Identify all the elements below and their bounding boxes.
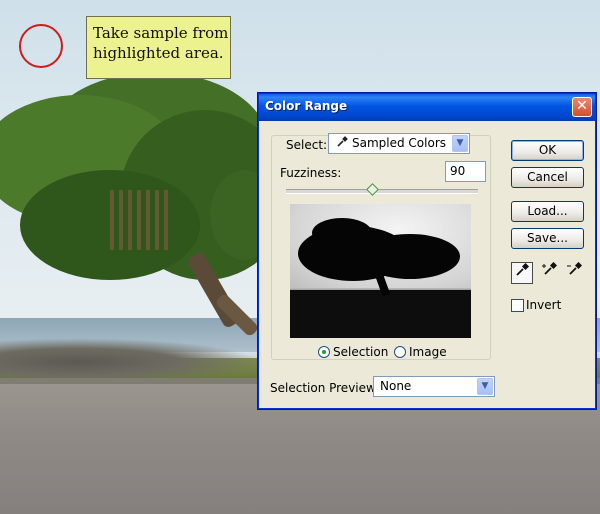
eyedropper-icon (335, 134, 349, 153)
eyedropper-icon[interactable] (511, 262, 533, 284)
chevron-down-icon[interactable]: ▼ (452, 135, 468, 152)
dialog-title: Color Range (265, 99, 348, 113)
fuzziness-slider[interactable] (286, 183, 478, 196)
preview-tree-silhouette (312, 218, 372, 248)
load-button[interactable]: Load... (511, 201, 584, 222)
selection-radio-label: Selection (333, 345, 389, 359)
save-button-label: Save... (527, 231, 568, 245)
selection-radio[interactable] (318, 346, 330, 358)
color-range-dialog: Color Range ✕ Select: Sampled Colors ▼ F… (258, 93, 596, 409)
select-label: Select: (286, 138, 328, 152)
preview-ground (290, 290, 471, 338)
invert-label: Invert (526, 298, 562, 312)
rocks (0, 338, 260, 378)
sample-area-marker (19, 24, 63, 68)
cancel-button[interactable]: Cancel (511, 167, 584, 188)
fuzziness-label: Fuzziness: (280, 166, 342, 180)
cancel-button-label: Cancel (527, 170, 568, 184)
selection-preview-value: None (380, 379, 412, 393)
image-radio[interactable] (394, 346, 406, 358)
close-icon: ✕ (576, 98, 588, 114)
ok-button[interactable]: OK (511, 140, 584, 161)
chevron-down-icon[interactable]: ▼ (477, 378, 493, 395)
options-group: Select: Sampled Colors ▼ Fuzziness: 90 S… (271, 133, 491, 360)
select-dropdown[interactable]: Sampled Colors ▼ (328, 133, 470, 154)
ok-button-label: OK (538, 143, 557, 157)
save-button[interactable]: Save... (511, 228, 584, 249)
selection-preview-image (290, 204, 471, 338)
fuzziness-input[interactable]: 90 (445, 161, 486, 182)
selection-preview-label: Selection Preview: (270, 381, 380, 395)
close-button[interactable]: ✕ (572, 97, 592, 117)
image-radio-label: Image (409, 345, 447, 359)
aerial-roots (110, 190, 170, 250)
dialog-titlebar[interactable]: Color Range ✕ (259, 94, 595, 121)
instruction-callout: Take sample from highlighted area. (86, 16, 231, 79)
fuzziness-value: 90 (450, 164, 466, 178)
invert-checkbox[interactable] (511, 299, 524, 312)
eyedropper-minus-icon[interactable] (563, 261, 585, 284)
select-value: Sampled Colors (352, 136, 447, 150)
load-button-label: Load... (527, 204, 568, 218)
selection-preview-dropdown[interactable]: None ▼ (373, 376, 495, 397)
eyedropper-plus-icon[interactable] (538, 261, 560, 284)
slider-thumb[interactable] (366, 183, 380, 196)
callout-text: Take sample from highlighted area. (93, 24, 229, 62)
